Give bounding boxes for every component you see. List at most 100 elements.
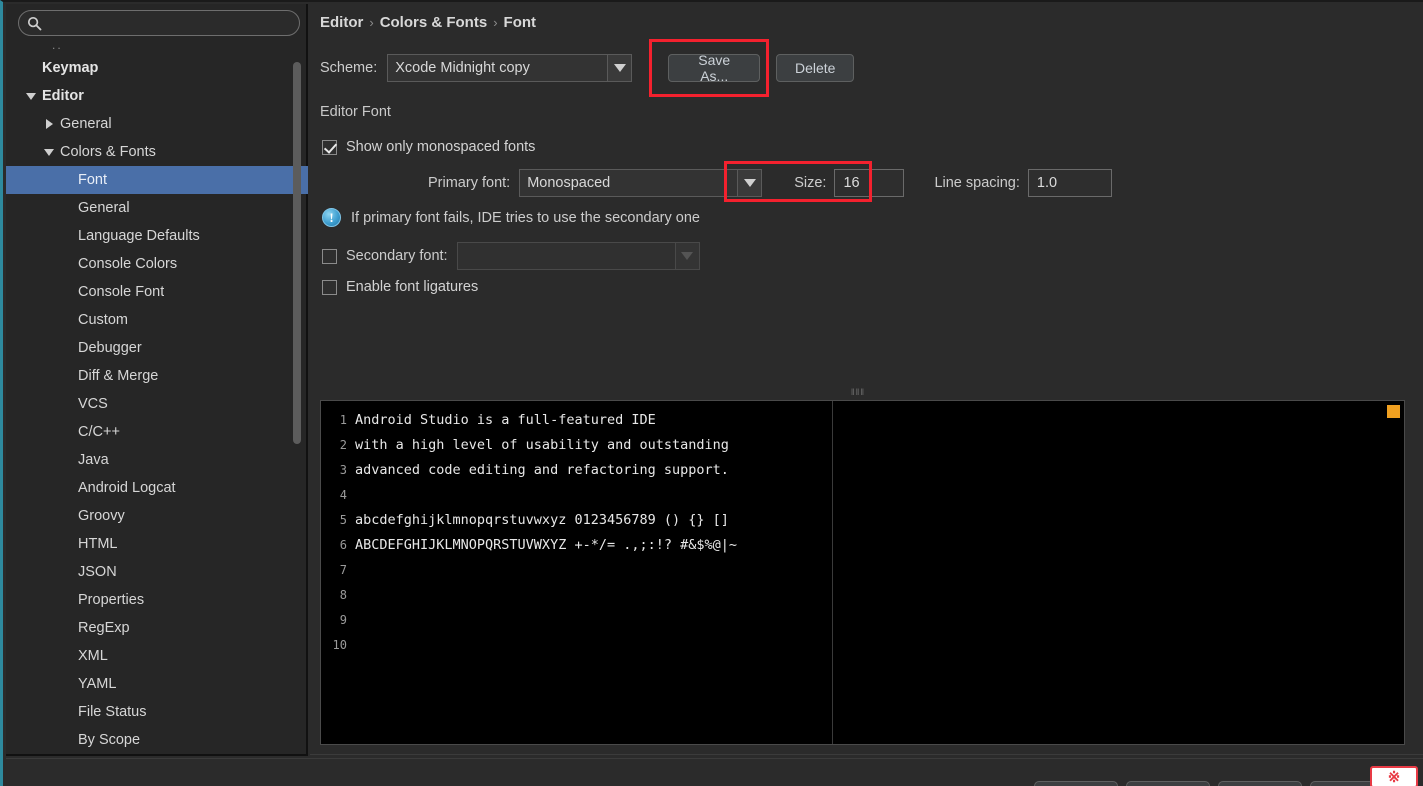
- cancel-button[interactable]: [1126, 781, 1210, 786]
- tree-spacer-icon: [60, 201, 74, 215]
- sidebar-item-console-font[interactable]: Console Font: [6, 278, 308, 306]
- sidebar-item-label: By Scope: [78, 732, 141, 748]
- preview-line-number: 2: [339, 438, 347, 452]
- scheme-value: Xcode Midnight copy: [395, 60, 530, 76]
- sidebar-item-groovy[interactable]: Groovy: [6, 502, 308, 530]
- sidebar-item-json[interactable]: JSON: [6, 558, 308, 586]
- line-spacing-input[interactable]: 1.0: [1027, 169, 1112, 197]
- primary-font-combobox[interactable]: Monospaced: [519, 169, 763, 197]
- sidebar-item-by-scope[interactable]: By Scope: [6, 726, 308, 754]
- sidebar-item-c-c[interactable]: C/C++: [6, 418, 308, 446]
- sidebar-item-custom[interactable]: Custom: [6, 306, 308, 334]
- sidebar-bottom-edge: [6, 754, 308, 756]
- show-monospaced-row[interactable]: Show only monospaced fonts: [322, 139, 535, 155]
- font-preview-pane[interactable]: 1 Android Studio is a full-featured IDE 2 w…: [320, 400, 1405, 745]
- secondary-font-row: Secondary font:: [322, 242, 700, 270]
- preview-marker-square[interactable]: [1387, 405, 1400, 418]
- sidebar-item-label: Keymap: [42, 60, 99, 76]
- apply-button[interactable]: [1218, 781, 1302, 786]
- settings-tree: .. Keymap Editor General Colors & Fonts Font…: [6, 40, 308, 754]
- settings-window: .. Keymap Editor General Colors & Fonts Font…: [0, 0, 1423, 786]
- search-field-wrapper: [18, 10, 300, 36]
- sidebar-item-label: Groovy: [78, 508, 125, 524]
- chevron-down-icon[interactable]: [674, 243, 699, 269]
- sidebar-item-label: JSON: [78, 564, 117, 580]
- scheme-combobox[interactable]: Xcode Midnight copy: [387, 54, 633, 82]
- primary-font-row: Primary font: Monospaced Size: 16 Line s…: [428, 169, 1112, 197]
- delete-button[interactable]: Delete: [776, 54, 855, 82]
- secondary-font-hint-text: If primary font fails, IDE tries to use …: [351, 209, 700, 226]
- tree-spacer-icon: [60, 537, 74, 551]
- sidebar-item-label: YAML: [78, 676, 117, 692]
- sidebar-item-general[interactable]: General: [6, 110, 308, 138]
- sidebar-item-console-colors[interactable]: Console Colors: [6, 250, 308, 278]
- tree-spacer-icon: [60, 509, 74, 523]
- ok-button[interactable]: [1034, 781, 1118, 786]
- sidebar-item-font[interactable]: Font: [6, 166, 308, 194]
- preview-code-line: 9: [321, 608, 737, 633]
- info-icon: !: [322, 208, 341, 227]
- sidebar-item-colors-fonts[interactable]: Colors & Fonts: [6, 138, 308, 166]
- sidebar-scrollbar-thumb[interactable]: [293, 62, 301, 444]
- sidebar-item-diff-merge[interactable]: Diff & Merge: [6, 362, 308, 390]
- chevron-down-icon[interactable]: [42, 145, 56, 159]
- sidebar-item-language-defaults[interactable]: Language Defaults: [6, 222, 308, 250]
- sidebar-item-file-status[interactable]: File Status: [6, 698, 308, 726]
- preview-line-text: abcdefghijklmnopqrstuvwxyz 0123456789 ()…: [355, 512, 729, 528]
- sidebar-item-java[interactable]: Java: [6, 446, 308, 474]
- enable-ligatures-row[interactable]: Enable font ligatures: [322, 279, 478, 295]
- secondary-font-combobox[interactable]: [456, 242, 700, 270]
- preview-line-text: with a high level of usability and outst…: [355, 437, 729, 453]
- sidebar-item-android-logcat[interactable]: Android Logcat: [6, 474, 308, 502]
- secondary-font-label: Secondary font:: [346, 248, 448, 264]
- tree-spacer-icon: [60, 369, 74, 383]
- secondary-font-checkbox[interactable]: [322, 248, 337, 264]
- preview-vertical-divider[interactable]: [832, 401, 833, 744]
- primary-font-label: Primary font:: [428, 175, 511, 191]
- sidebar-item-label: Font: [78, 172, 108, 188]
- preview-code-line: 10: [321, 633, 737, 658]
- sidebar-item-debugger[interactable]: Debugger: [6, 334, 308, 362]
- sidebar-item-label: Android Logcat: [78, 480, 176, 496]
- sidebar-item-label: RegExp: [78, 620, 130, 636]
- sidebar-item-label: General: [60, 116, 112, 132]
- size-input[interactable]: 16: [834, 169, 905, 197]
- search-input[interactable]: [42, 15, 299, 31]
- ime-status-badge[interactable]: ※: [1370, 766, 1418, 786]
- breadcrumb-editor[interactable]: Editor: [320, 14, 363, 31]
- enable-ligatures-checkbox[interactable]: [322, 279, 337, 295]
- preview-line-text: ABCDEFGHIJKLMNOPQRSTUVWXYZ +-*/= .,;:!? …: [355, 537, 738, 553]
- preview-line-number: 4: [339, 488, 347, 502]
- save-as-button[interactable]: Save As...: [668, 52, 761, 84]
- tree-ellipsis: ..: [52, 40, 63, 52]
- sidebar-item-regexp[interactable]: RegExp: [6, 614, 308, 642]
- sidebar-item-properties[interactable]: Properties: [6, 586, 308, 614]
- tree-spacer-icon: [60, 677, 74, 691]
- sidebar-item-yaml[interactable]: YAML: [6, 670, 308, 698]
- chevron-down-icon[interactable]: [607, 55, 632, 81]
- breadcrumb-colors-fonts[interactable]: Colors & Fonts: [380, 14, 488, 31]
- preview-splitter-handle[interactable]: ‖‖‖: [845, 388, 871, 396]
- chevron-down-icon[interactable]: [24, 89, 38, 103]
- sidebar-item-general[interactable]: General: [6, 194, 308, 222]
- search-box[interactable]: [18, 10, 300, 36]
- preview-line-number: 10: [332, 638, 347, 652]
- preview-code-line: 5 abcdefghijklmnopqrstuvwxyz 0123456789 (…: [321, 508, 737, 533]
- tree-spacer-icon: [60, 313, 74, 327]
- preview-code-line: 1 Android Studio is a full-featured IDE: [321, 408, 737, 433]
- sidebar-item-editor[interactable]: Editor: [6, 82, 308, 110]
- show-monospaced-checkbox[interactable]: [322, 139, 337, 155]
- tree-spacer-icon: [60, 705, 74, 719]
- tree-spacer-icon: [60, 733, 74, 747]
- sidebar-item-keymap[interactable]: Keymap: [6, 54, 308, 82]
- chevron-down-icon[interactable]: [737, 170, 762, 196]
- chevron-right-icon[interactable]: [42, 117, 56, 131]
- tree-spacer-icon: [60, 453, 74, 467]
- sidebar-item-label: XML: [78, 648, 108, 664]
- preview-line-number: 6: [339, 538, 347, 552]
- sidebar-item-label: Java: [78, 452, 109, 468]
- editor-font-section-label: Editor Font: [320, 104, 391, 120]
- sidebar-item-xml[interactable]: XML: [6, 642, 308, 670]
- sidebar-item-html[interactable]: HTML: [6, 530, 308, 558]
- sidebar-item-vcs[interactable]: VCS: [6, 390, 308, 418]
